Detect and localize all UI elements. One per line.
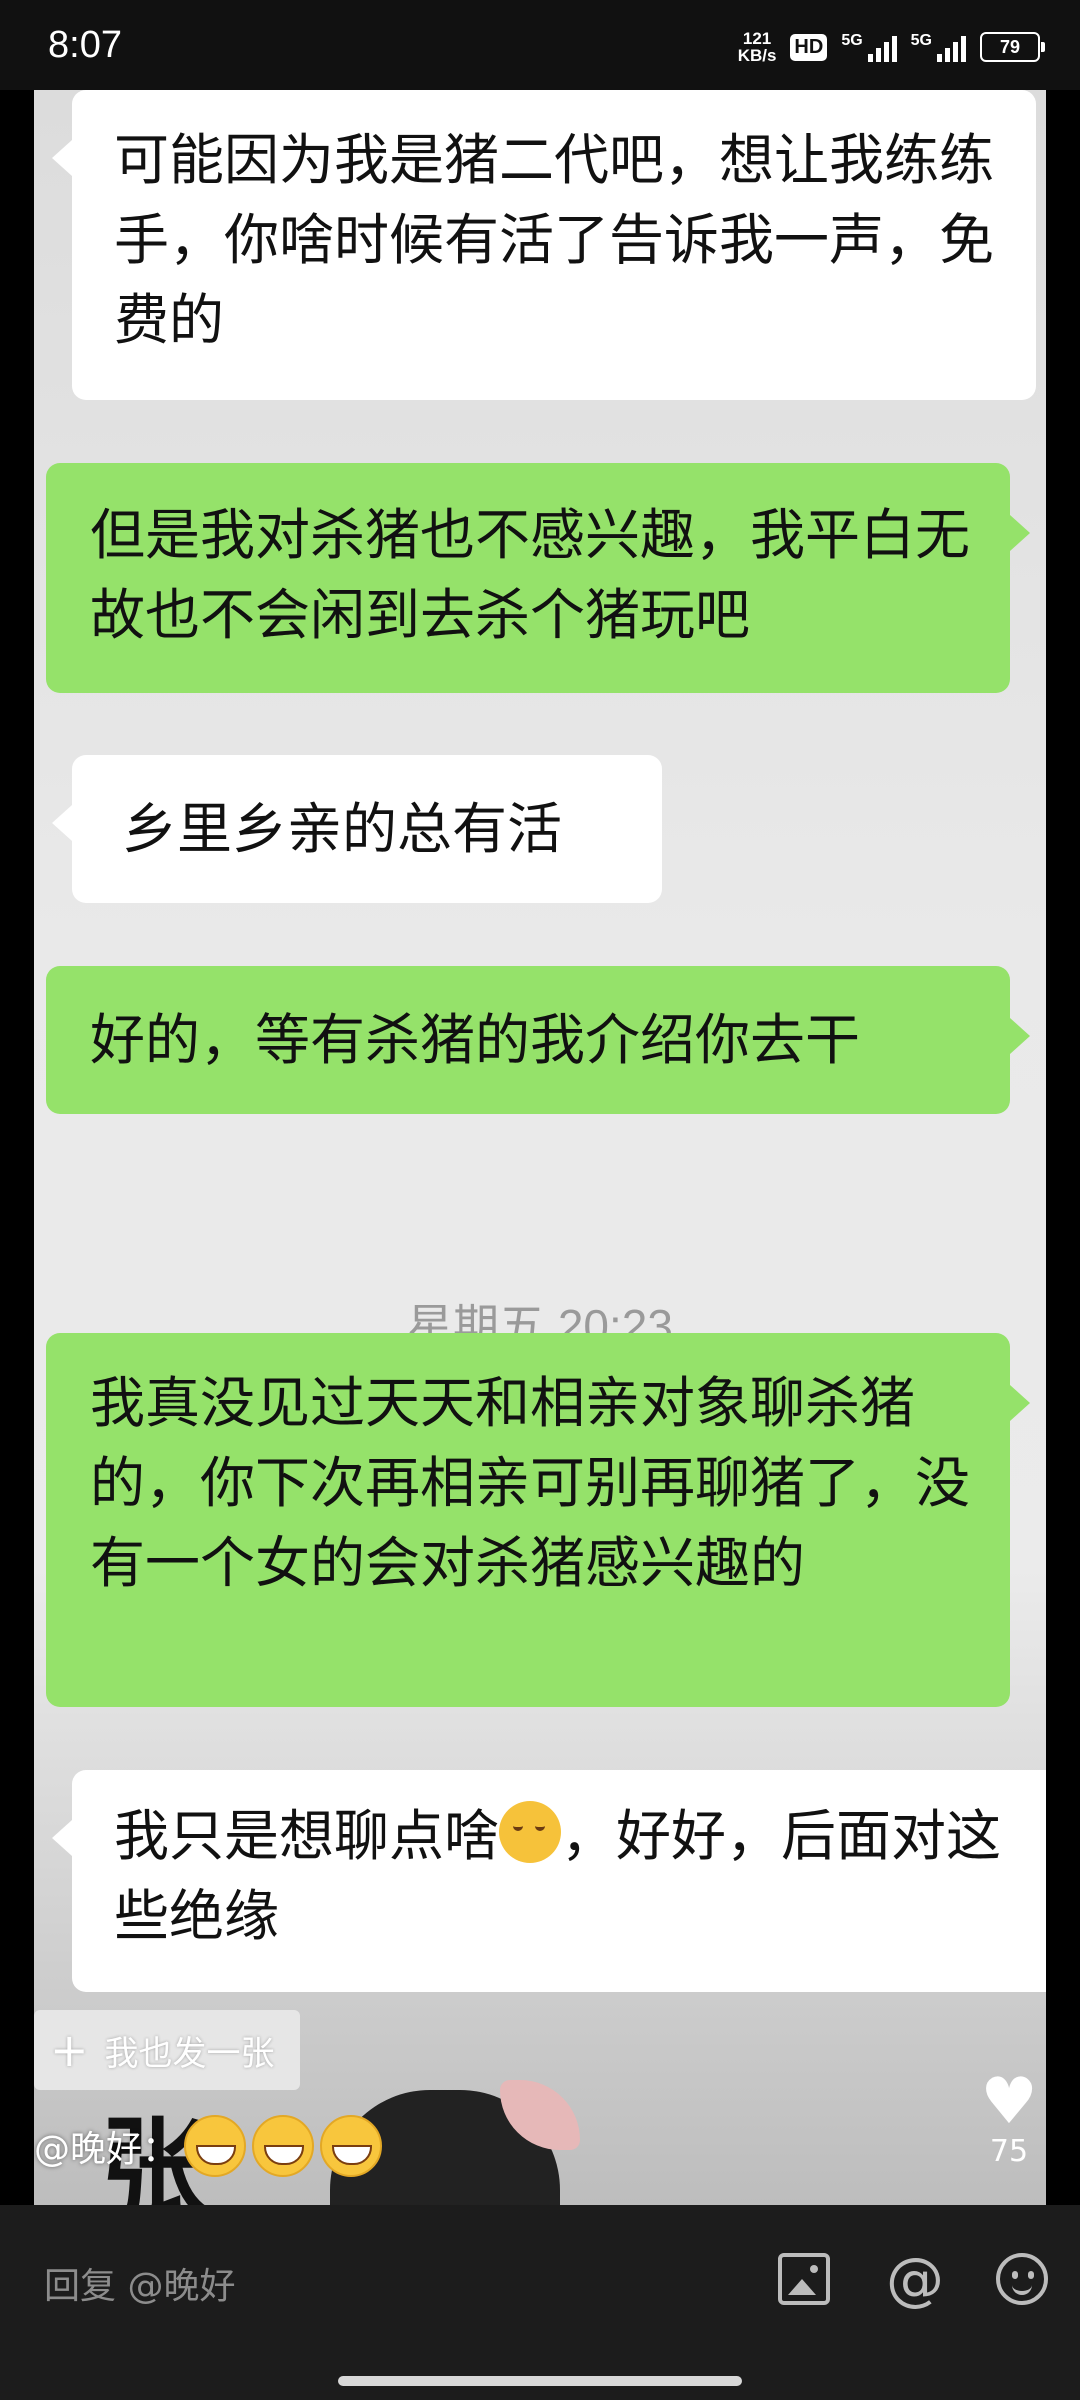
network-speed-unit: KB/s (737, 46, 777, 65)
network-speed: 121 KB/s (738, 30, 777, 64)
like-button[interactable]: ♥ 75 (974, 2070, 1044, 2169)
message-incoming: 可能因为我是猪二代吧，想让我练练手，你啥时候有活了告诉我一声，免费的 (52, 90, 1036, 400)
reply-bar: 回复 @晚好 @ (0, 2205, 1080, 2400)
message-outgoing: 好的，等有杀猪的我介绍你去干 (46, 966, 1030, 1114)
home-indicator[interactable] (338, 2376, 742, 2386)
message-incoming: 乡里乡亲的总有活 (52, 755, 662, 903)
network-speed-value: 121 (742, 29, 772, 48)
status-bar: 8:07 121 KB/s HD 5G 5G 79 (0, 0, 1080, 90)
image-icon[interactable] (778, 2253, 830, 2305)
battery-icon: 79 (980, 32, 1045, 62)
post-one-too-button[interactable]: + 我也发一张 (34, 2010, 300, 2090)
comment-line: @晚好： (34, 2115, 383, 2177)
signal-label: 5G (841, 32, 863, 49)
heart-icon: ♥ (980, 2065, 1038, 2139)
signal-icon-2: 5G (911, 32, 966, 62)
grinning-sweat-emoji (184, 2115, 247, 2177)
message-outgoing: 我真没见过天天和相亲对象聊杀猪的，你下次再相亲可别再聊猪了，没有一个女的会对杀猪… (46, 1333, 1030, 1707)
emoji-icon[interactable] (996, 2253, 1048, 2305)
plus-icon: + (50, 2023, 89, 2077)
at-icon[interactable]: @ (886, 2250, 944, 2308)
message-incoming: 我只是想聊点啥 ，好好，后面对这些绝缘 (52, 1770, 1046, 1992)
message-outgoing: 但是我对杀猪也不感兴趣，我平白无故也不会闲到去杀个猪玩吧 (46, 463, 1030, 693)
status-icons: 121 KB/s HD 5G 5G 79 (738, 22, 1045, 72)
crying-laughing-emoji (499, 1801, 562, 1863)
chat-screenshot: 可能因为我是猪二代吧，想让我练练手，你啥时候有活了告诉我一声，免费的 但是我对杀… (34, 90, 1046, 2205)
message-text: 我只是想聊点啥 (114, 1804, 500, 1868)
like-count: 75 (989, 2134, 1029, 2169)
post-button-label: 我也发一张 (104, 2033, 275, 2074)
signal-label-2: 5G (910, 32, 932, 49)
hd-icon: HD (790, 33, 828, 61)
grinning-sweat-emoji (252, 2115, 315, 2177)
comment-user[interactable]: @晚好： (34, 2120, 178, 2172)
status-time: 8:07 (48, 24, 122, 66)
signal-icon: 5G (841, 32, 897, 62)
grinning-sweat-emoji (320, 2115, 383, 2177)
reply-input[interactable]: 回复 @晚好 (44, 2257, 235, 2309)
